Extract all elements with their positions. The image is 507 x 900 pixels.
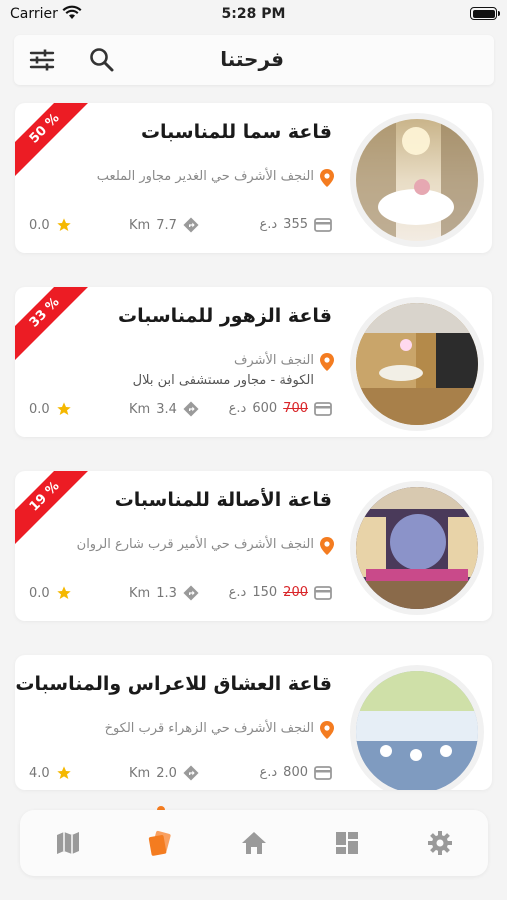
card-icon [314, 401, 332, 416]
distance: Km 7.7 [129, 217, 199, 233]
venue-meta: 0.0 Km 3.4 د.ع 600 700 [29, 401, 332, 421]
clock: 5:28 PM [221, 6, 286, 22]
venue-photo [356, 303, 478, 425]
app-title: فرحتنا [220, 47, 284, 71]
rating: 0.0 [29, 585, 72, 601]
venue-card[interactable]: 19 % قاعة الأصالة للمناسبات النجف الأشرف… [15, 471, 492, 621]
venue-address: النجف الأشرف حي الزهراء قرب الكوخ [104, 721, 314, 736]
venue-photo [356, 487, 478, 609]
venue-meta: 0.0 Km 7.7 د.ع 355 [29, 217, 332, 237]
directions-icon [183, 585, 199, 601]
star-icon [57, 766, 71, 779]
directions-icon [183, 217, 199, 233]
star-icon [57, 586, 71, 599]
venue-address: النجف الأشرف حي الأمير قرب شارع الروان [76, 537, 314, 552]
status-bar: Carrier 5:28 PM [0, 0, 507, 30]
old-price: 200 [283, 585, 308, 600]
star-icon [57, 218, 71, 231]
rating: 4.0 [29, 765, 72, 781]
card-icon [314, 765, 332, 780]
venue-address: النجف الأشرف حي الغدير مجاور الملعب [96, 169, 314, 184]
card-icon [314, 585, 332, 600]
rating: 0.0 [29, 401, 72, 417]
distance: Km 2.0 [129, 765, 199, 781]
distance: Km 3.4 [129, 401, 199, 417]
distance: Km 1.3 [129, 585, 199, 601]
venue-card[interactable]: قاعة العشاق للاعراس والمناسبات النجف الأ… [15, 655, 492, 790]
venue-address: النجف الأشرف الكوفة - مجاور مستشفى ابن ب… [132, 353, 314, 388]
search-icon[interactable] [88, 46, 116, 74]
star-icon [57, 402, 71, 415]
price: د.ع 800 [259, 765, 332, 780]
venue-card[interactable]: 33 % قاعة الزهور للمناسبات النجف الأشرف … [15, 287, 492, 437]
dashboard-icon[interactable] [333, 829, 361, 857]
venue-meta: 0.0 Km 1.3 د.ع 150 200 [29, 585, 332, 605]
venue-meta: 4.0 Km 2.0 د.ع 800 [29, 765, 332, 785]
venue-name: قاعة الزهور للمناسبات [118, 305, 332, 327]
map-icon[interactable] [54, 829, 82, 857]
sliders-icon[interactable] [28, 46, 56, 74]
venue-photo [356, 671, 478, 790]
venue-name: قاعة الأصالة للمناسبات [114, 489, 332, 511]
card-icon [314, 217, 332, 232]
venue-card[interactable]: 50 % قاعة سما للمناسبات النجف الأشرف حي … [15, 103, 492, 253]
home-icon[interactable] [240, 829, 268, 857]
settings-icon[interactable] [426, 829, 454, 857]
venue-name: قاعة العشاق للاعراس والمناسبات [15, 673, 332, 695]
offers-icon[interactable] [146, 829, 174, 857]
rating: 0.0 [29, 217, 72, 233]
top-bar: فرحتنا [14, 35, 494, 85]
price: د.ع 600 700 [229, 401, 332, 416]
old-price: 700 [283, 401, 308, 416]
directions-icon [183, 765, 199, 781]
price: د.ع 355 [259, 217, 332, 232]
venue-photo [356, 119, 478, 241]
bottom-tab-bar [20, 810, 488, 876]
price: د.ع 150 200 [229, 585, 332, 600]
battery-icon [470, 7, 500, 20]
venue-name: قاعة سما للمناسبات [140, 121, 332, 143]
directions-icon [183, 401, 199, 417]
